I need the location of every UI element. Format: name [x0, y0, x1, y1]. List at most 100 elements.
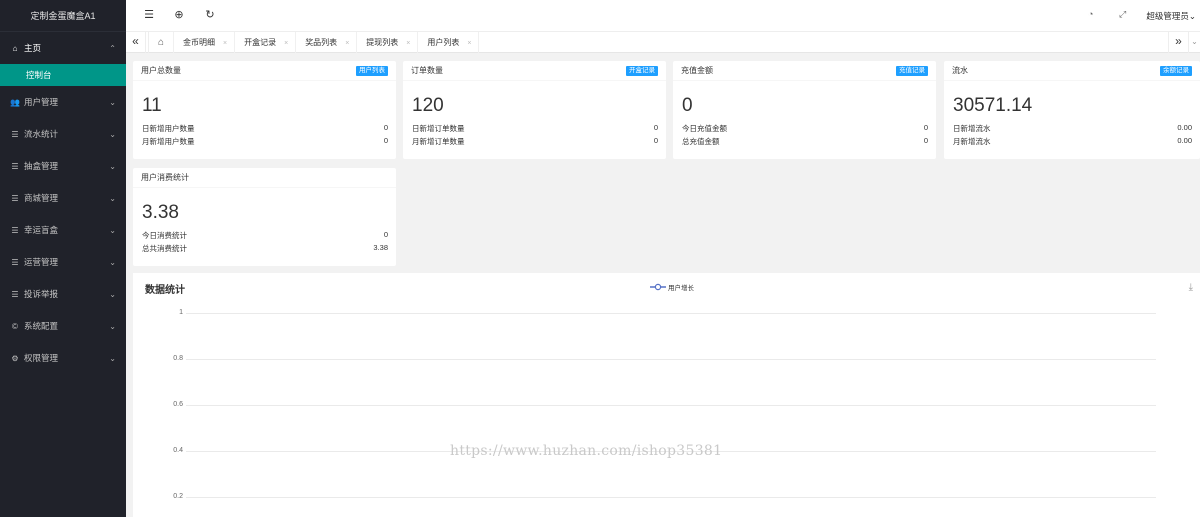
tab-strip: ⌂ 金币明细 × 开盒记录 × 奖品列表 × 提现列表 × 用户列表 × [148, 32, 480, 53]
card-row-value: 0 [383, 123, 388, 132]
tab-0[interactable]: 金币明细 × [174, 32, 236, 53]
chevron-down-icon: ⌄ [109, 257, 116, 267]
menu-toggle-icon[interactable]: ☰ [141, 8, 157, 21]
chevron-down-icon: ⌄ [109, 321, 116, 331]
card-row: 月新增订单数量 0 [412, 136, 658, 148]
card-row-label: 日新增订单数量 [412, 124, 465, 133]
sidebar-item-label: 运营管理 [24, 257, 59, 267]
card-badge-link[interactable]: 余额记录 [1160, 66, 1192, 76]
sidebar-item-8[interactable]: © 系统配置 ⌄ [0, 310, 126, 342]
sidebar-item-label: 用户管理 [24, 97, 59, 107]
close-icon[interactable]: × [345, 40, 349, 47]
download-icon[interactable]: ⤓ [1189, 282, 1193, 293]
fullscreen-icon[interactable]: ⤢ [1119, 9, 1126, 20]
sidebar-item-0[interactable]: ⌂ 主页 ⌃ [0, 32, 126, 64]
card-value: 30571.14 [953, 95, 1033, 116]
sidebar-item-label: 投诉举报 [24, 289, 59, 299]
sidebar-item-label: 权限管理 [24, 353, 59, 363]
sidebar-item-label: 主页 [24, 43, 42, 53]
card-badge-link[interactable]: 充值记录 [896, 66, 928, 76]
card-badge-link[interactable]: 开盒记录 [626, 66, 658, 76]
chevron-down-icon: ⌄ [109, 289, 116, 299]
sidebar-item-9[interactable]: ⚙ 权限管理 ⌄ [0, 342, 126, 374]
sidebar-item-7[interactable]: ☰ 投诉举报 ⌄ [0, 278, 126, 310]
admin-user-menu[interactable]: 超级管理员⌄ [1146, 10, 1196, 22]
globe-icon[interactable]: ⊕ [171, 8, 187, 21]
card-row-label: 月新增订单数量 [412, 137, 465, 146]
tab-home[interactable]: ⌂ [148, 32, 174, 53]
sidebar-subitem-dashboard[interactable]: 控制台 [0, 64, 126, 86]
sidebar-item-label: 流水统计 [24, 129, 59, 139]
close-icon[interactable]: × [406, 40, 410, 47]
chart-legend[interactable]: 用户增长 [650, 282, 694, 292]
card-title-text: 用户总数量 [141, 66, 181, 75]
list-icon: ☰ [11, 129, 19, 139]
sidebar-item-3[interactable]: ☰ 抽盒管理 ⌄ [0, 150, 126, 182]
legend-label: 用户增长 [668, 285, 694, 292]
home-icon: ⌂ [157, 37, 165, 48]
chevron-down-icon: ⌄ [109, 353, 116, 363]
card-badge-link[interactable]: 用户列表 [356, 66, 388, 76]
theme-icon[interactable]: ◔ [1088, 9, 1093, 19]
y-tick-label: 0.2 [173, 493, 183, 500]
y-tick-label: 1 [179, 309, 183, 316]
stat-card: 用户消费统计 3.38 今日消费统计 0 总共消费统计 3.38 [133, 168, 396, 266]
tab-scroll-right-icon[interactable]: » [1168, 32, 1188, 53]
tab-1[interactable]: 开盒记录 × [235, 32, 297, 53]
refresh-icon[interactable]: ↻ [202, 8, 218, 21]
list-icon: ☰ [11, 161, 19, 171]
close-icon[interactable]: × [467, 40, 471, 47]
card-row-value: 0.00 [1177, 136, 1192, 145]
card-row-label: 今日充值金额 [682, 124, 727, 133]
sidebar-item-5[interactable]: ☰ 幸运盲盒 ⌄ [0, 214, 126, 246]
card-title-text: 流水 [952, 66, 968, 75]
card-row: 日新增订单数量 0 [412, 123, 658, 135]
stat-card: 流水 余额记录 30571.14 日新增流水 0.00 月新增流水 0.00 [944, 61, 1200, 159]
app-logo-title: 定制金蛋魔盒A1 [0, 0, 126, 32]
chevron-down-icon: ⌄ [1188, 11, 1196, 21]
card-row-label: 日新增用户数量 [142, 124, 195, 133]
home-icon: ⌂ [12, 43, 18, 53]
tab-bar: « ⌂ 金币明细 × 开盒记录 × 奖品列表 × 提现列表 × 用户列表 × » ⌄ [126, 32, 1200, 53]
chevron-down-icon: ⌄ [109, 129, 116, 139]
card-row: 日新增流水 0.00 [953, 123, 1192, 135]
chevron-down-icon: ⌄ [109, 193, 116, 203]
tab-2[interactable]: 奖品列表 × [296, 32, 358, 53]
card-row-label: 月新增用户数量 [142, 137, 195, 146]
tab-label: 奖品列表 [305, 38, 338, 47]
card-row-label: 总共消费统计 [142, 244, 187, 253]
chevron-down-icon: ⌄ [109, 97, 116, 107]
tab-3[interactable]: 提现列表 × [357, 32, 419, 53]
y-tick-label: 0.8 [173, 355, 183, 362]
chart-gridline [186, 313, 1156, 314]
y-tick-label: 0.4 [173, 447, 183, 454]
card-row-value: 0 [383, 136, 388, 145]
close-icon[interactable]: × [223, 40, 227, 47]
card-row: 总充值金额 0 [682, 136, 928, 148]
stat-card: 订单数量 开盒记录 120 日新增订单数量 0 月新增订单数量 0 [403, 61, 666, 159]
sidebar-item-1[interactable]: 👥 用户管理 ⌄ [0, 86, 126, 118]
card-row: 月新增用户数量 0 [142, 136, 388, 148]
card-row: 今日消费统计 0 [142, 230, 388, 242]
card-row-label: 今日消费统计 [142, 231, 187, 240]
gear-icon: ⚙ [11, 353, 19, 363]
card-row-value: 0 [923, 123, 928, 132]
sidebar-item-6[interactable]: ☰ 运营管理 ⌄ [0, 246, 126, 278]
list-icon: ☰ [11, 193, 19, 203]
stat-card: 用户总数量 用户列表 11 日新增用户数量 0 月新增用户数量 0 [133, 61, 396, 159]
card-row-label: 总充值金额 [682, 137, 720, 146]
card-row-value: 0 [383, 230, 388, 239]
sidebar-item-4[interactable]: ☰ 商城管理 ⌄ [0, 182, 126, 214]
card-row-label: 月新增流水 [953, 137, 991, 146]
card-title-text: 充值金额 [681, 66, 713, 75]
close-icon[interactable]: × [284, 40, 288, 47]
list-icon: ☰ [11, 257, 19, 267]
card-title: 充值金额 充值记录 [673, 61, 936, 81]
list-icon: ☰ [11, 289, 19, 299]
tab-4[interactable]: 用户列表 × [418, 32, 480, 53]
tab-label: 金币明细 [183, 38, 215, 47]
card-row-value: 0 [923, 136, 928, 145]
sidebar-item-2[interactable]: ☰ 流水统计 ⌄ [0, 118, 126, 150]
tab-scroll-left-icon[interactable]: « [126, 32, 146, 53]
tab-menu-chevron-icon[interactable]: ⌄ [1188, 32, 1200, 53]
